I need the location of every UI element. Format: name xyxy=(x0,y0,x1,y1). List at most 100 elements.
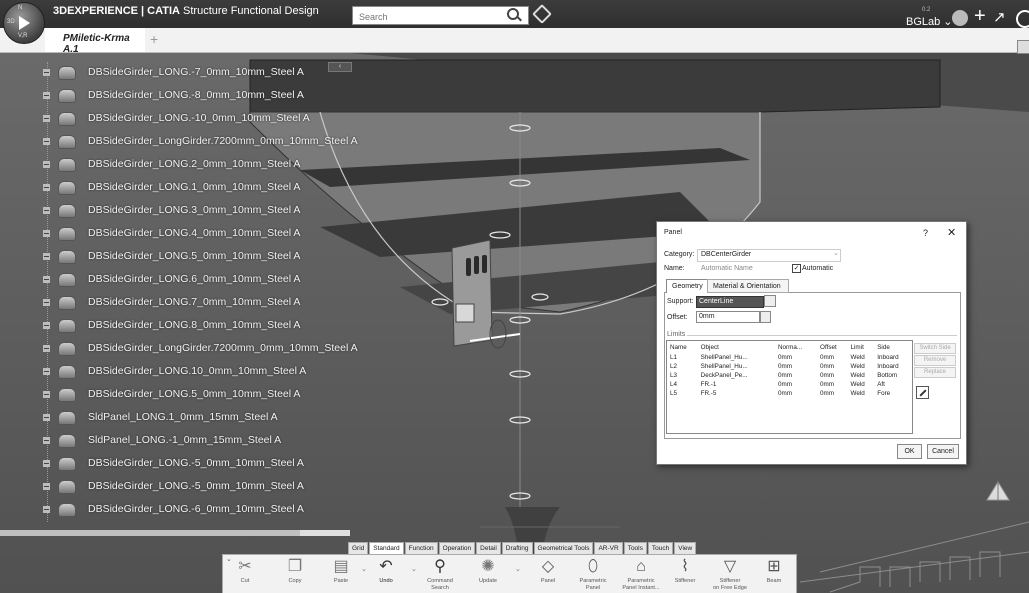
expand-icon[interactable] xyxy=(43,253,50,260)
column-header[interactable]: Offset xyxy=(817,341,847,353)
action-tab[interactable]: Touch xyxy=(647,542,674,554)
action-tab[interactable]: Operation xyxy=(438,542,476,554)
scrollbar-thumb[interactable] xyxy=(0,530,300,536)
tree-item[interactable]: SldPanel_LONG.1_0mm_15mm_Steel A xyxy=(0,407,350,429)
tab-pmiletic-krma[interactable]: PMiletic-Krma A.1 xyxy=(45,28,145,55)
expand-icon[interactable] xyxy=(43,276,50,283)
action-tab[interactable]: Drafting xyxy=(501,542,533,554)
tag-icon[interactable] xyxy=(532,4,552,24)
expand-icon[interactable] xyxy=(43,207,50,214)
avatar[interactable] xyxy=(952,10,968,26)
tree-horizontal-scrollbar[interactable] xyxy=(0,530,350,536)
action-tab[interactable]: Grid xyxy=(348,542,369,554)
support-value[interactable]: CenterLine xyxy=(699,298,733,305)
replace-button[interactable]: Replace xyxy=(914,367,956,378)
tree-item[interactable]: DBSideGirder_LONG.4_0mm_10mm_Steel A xyxy=(0,223,350,245)
chevron-down-icon[interactable]: ⌄ xyxy=(411,565,417,573)
tree-item[interactable]: DBSideGirder_LONG.5_0mm_10mm_Steel A xyxy=(0,246,350,268)
search-input[interactable] xyxy=(353,9,499,25)
tree-item[interactable]: DBSideGirder_LONG.-5_0mm_10mm_Steel A xyxy=(0,453,350,475)
table-row[interactable]: L5 FR.-5 0mm 0mm Weld Fore xyxy=(667,389,912,398)
edit-icon[interactable] xyxy=(916,386,929,399)
action-tab[interactable]: Function xyxy=(404,542,438,554)
parametric-panel-instant-button[interactable]: ⌂ Parametric Panel Instant... xyxy=(621,555,661,593)
tree-item[interactable]: SldPanel_LONG.-1_0mm_15mm_Steel A xyxy=(0,430,350,452)
stiffener-button[interactable]: ⌇ Stiffener xyxy=(669,555,701,593)
offset-spinner[interactable] xyxy=(760,311,771,323)
search-box[interactable] xyxy=(352,6,529,25)
chevron-down-icon[interactable]: ⌄ xyxy=(833,249,839,257)
tab-geometry[interactable]: Geometry xyxy=(666,279,708,293)
column-header[interactable]: Norma... xyxy=(775,341,817,353)
offset-value[interactable]: 0mm xyxy=(699,313,715,320)
expand-icon[interactable] xyxy=(43,391,50,398)
expand-icon[interactable] xyxy=(43,437,50,444)
expand-icon[interactable] xyxy=(43,92,50,99)
column-header[interactable]: Limit xyxy=(848,341,875,353)
help-icon[interactable] xyxy=(1016,10,1029,28)
expand-icon[interactable] xyxy=(43,115,50,122)
expand-icon[interactable] xyxy=(43,184,50,191)
table-row[interactable]: L2 ShellPanel_Hu... 0mm 0mm Weld Inboard xyxy=(667,362,912,371)
beam-button[interactable]: ⊞ Beam xyxy=(759,555,789,593)
panel-button[interactable]: ◇ Panel xyxy=(533,555,563,593)
maximize-icon[interactable] xyxy=(1017,40,1029,54)
tree-item[interactable]: DBSideGirder_LongGirder.7200mm_0mm_10mm_… xyxy=(0,131,358,153)
tree-item[interactable]: DBSideGirder_LONG.7_0mm_10mm_Steel A xyxy=(0,292,350,314)
expand-icon[interactable] xyxy=(43,230,50,237)
remove-button[interactable]: Remove xyxy=(914,355,956,366)
tree-item[interactable]: DBSideGirder_LongGirder.7200mm_0mm_10mm_… xyxy=(0,338,358,360)
orientation-triad-icon[interactable] xyxy=(985,480,1011,502)
expand-icon[interactable] xyxy=(43,161,50,168)
limits-table[interactable]: Name Object Norma... Offset Limit Side L… xyxy=(666,340,913,434)
search-icon[interactable] xyxy=(507,8,519,20)
cut-button[interactable]: ✂ Cut xyxy=(231,555,259,593)
tree-item[interactable]: DBSideGirder_LONG.8_0mm_10mm_Steel A xyxy=(0,315,350,337)
switch-side-button[interactable]: Switch Side xyxy=(914,343,956,354)
tree-item[interactable]: DBSideGirder_LONG.-10_0mm_10mm_Steel A xyxy=(0,108,350,130)
add-tab-button[interactable]: + xyxy=(150,31,158,47)
expand-icon[interactable] xyxy=(43,506,50,513)
expand-icon[interactable] xyxy=(43,299,50,306)
share-icon[interactable]: ↗ xyxy=(993,8,1006,26)
expand-icon[interactable] xyxy=(43,483,50,490)
expand-icon[interactable] xyxy=(43,69,50,76)
expand-icon[interactable] xyxy=(43,460,50,467)
action-tab[interactable]: Geometrical Tools xyxy=(533,542,594,554)
undo-button[interactable]: ↶ Undo xyxy=(371,555,401,593)
tree-item[interactable]: DBSideGirder_LONG.6_0mm_10mm_Steel A xyxy=(0,269,350,291)
paste-button[interactable]: ▤ Paste xyxy=(327,555,355,593)
expand-icon[interactable] xyxy=(43,138,50,145)
ok-button[interactable]: OK xyxy=(897,444,922,459)
category-value[interactable]: DBCenterGirder xyxy=(701,251,751,258)
tree-item[interactable]: DBSideGirder_LONG.2_0mm_10mm_Steel A xyxy=(0,154,350,176)
chevron-down-icon[interactable]: ⌄ xyxy=(515,565,521,573)
column-header[interactable]: Object xyxy=(698,341,775,353)
stiffener-free-edge-button[interactable]: ▽ Stiffener on Free Edge xyxy=(709,555,751,593)
tree-item[interactable]: DBSideGirder_LONG.3_0mm_10mm_Steel A xyxy=(0,200,350,222)
chevron-down-icon[interactable]: ⌄ xyxy=(361,565,367,573)
tree-item[interactable]: DBSideGirder_LONG.-8_0mm_10mm_Steel A xyxy=(0,85,350,107)
table-row[interactable]: L4 FR.-1 0mm 0mm Weld Aft xyxy=(667,380,912,389)
expand-icon[interactable] xyxy=(43,414,50,421)
table-row[interactable]: L1 ShellPanel_Hu... 0mm 0mm Weld Inboard xyxy=(667,353,912,362)
tree-item[interactable]: DBSideGirder_LONG.1_0mm_10mm_Steel A xyxy=(0,177,350,199)
action-tab[interactable]: AR-VR xyxy=(594,542,623,554)
tree-item[interactable]: DBSideGirder_LONG.-5_0mm_10mm_Steel A xyxy=(0,476,350,498)
tree-item[interactable]: DBSideGirder_LONG.-7_0mm_10mm_Steel A xyxy=(0,62,350,84)
automatic-checkbox[interactable]: ✓ xyxy=(792,264,801,273)
action-tab[interactable]: Tools xyxy=(623,542,647,554)
compass-icon[interactable]: N 3D V,R xyxy=(3,2,45,44)
action-bar-collapse-icon[interactable]: ⌄ xyxy=(226,555,232,563)
action-tab[interactable]: Detail xyxy=(476,542,501,554)
parametric-panel-button[interactable]: ⬯ Parametric Panel xyxy=(575,555,611,593)
tree-item[interactable]: DBSideGirder_LONG.-6_0mm_10mm_Steel A xyxy=(0,499,350,521)
column-header[interactable]: Name xyxy=(667,341,698,353)
action-tab[interactable]: View xyxy=(674,542,697,554)
command-search-button[interactable]: ⚲ Command Search xyxy=(423,555,457,593)
name-field[interactable]: Automatic Name xyxy=(701,265,753,272)
close-button[interactable]: ✕ xyxy=(947,226,956,239)
tree-item[interactable]: DBSideGirder_LONG.10_0mm_10mm_Steel A xyxy=(0,361,350,383)
update-button[interactable]: ✺ Update xyxy=(473,555,503,593)
help-button[interactable]: ? xyxy=(923,228,928,238)
